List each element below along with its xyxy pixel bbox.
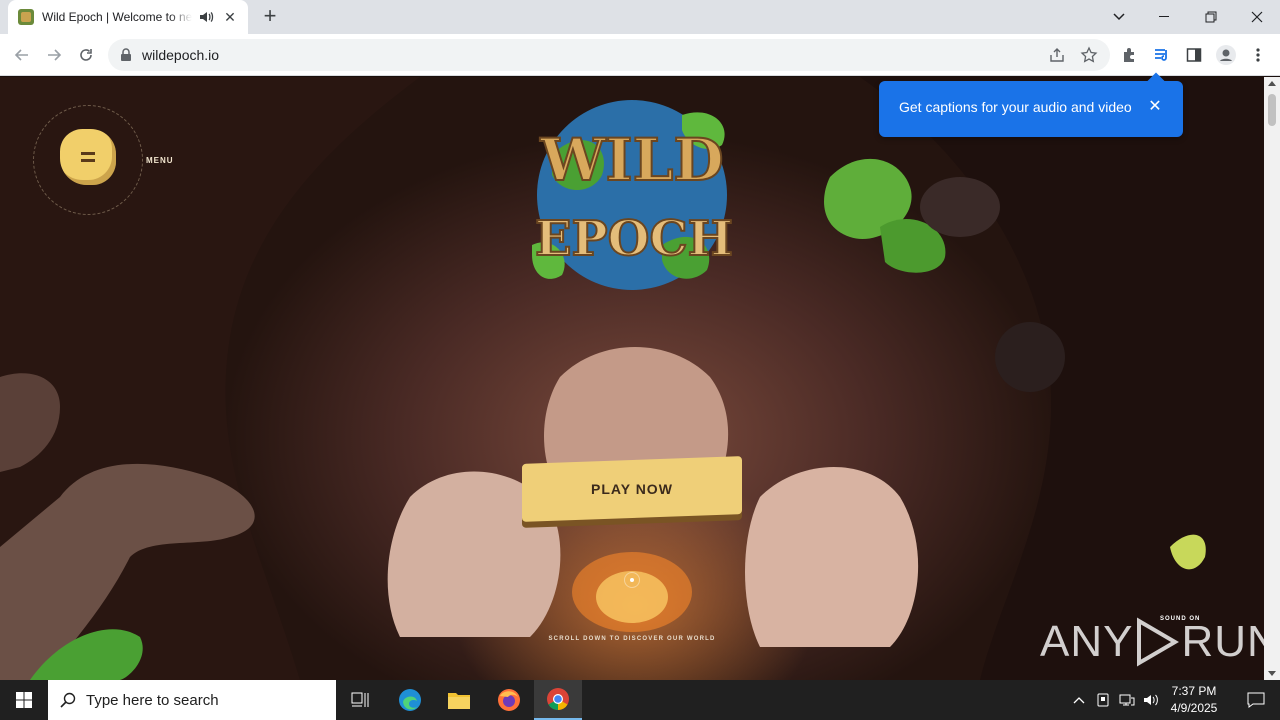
tray-overflow-chevron-icon[interactable] (1068, 680, 1090, 720)
scrollbar-thumb[interactable] (1268, 94, 1276, 126)
scroll-indicator-icon[interactable] (624, 572, 640, 588)
logo-word-wild: WILD (539, 126, 723, 194)
watermark-run: RUN (1181, 617, 1264, 666)
profile-avatar-icon[interactable] (1215, 44, 1237, 66)
hamburger-icon (81, 152, 95, 162)
tray-device-icon[interactable] (1092, 680, 1114, 720)
system-clock[interactable]: 7:37 PM 4/9/2025 (1160, 683, 1228, 717)
edge-taskbar-button[interactable] (386, 680, 434, 720)
page-scrollbar[interactable] (1264, 77, 1280, 680)
taskbar-search-box[interactable]: Type here to search (48, 680, 336, 720)
watermark-any: ANY (1040, 617, 1134, 666)
search-placeholder: Type here to search (86, 691, 219, 709)
minimize-button[interactable] (1142, 0, 1188, 34)
start-button[interactable] (0, 680, 48, 720)
chrome-menu-icon[interactable] (1247, 44, 1269, 66)
lock-icon[interactable] (120, 48, 132, 62)
play-now-button[interactable]: PLAY NOW (522, 456, 742, 522)
notification-icon (1247, 692, 1265, 708)
search-icon (60, 692, 76, 708)
tab-strip: Wild Epoch | Welcome to new ✕ + (0, 0, 1280, 34)
tab-close-icon[interactable]: ✕ (222, 9, 238, 25)
clock-time: 7:37 PM (1171, 684, 1217, 698)
windows-taskbar: Type here to search 7:37 PM 4/9/2025 (0, 680, 1280, 720)
firefox-icon (498, 689, 520, 711)
scroll-up-arrow-icon[interactable] (1268, 81, 1276, 86)
audio-playing-icon[interactable] (198, 9, 214, 25)
task-view-button[interactable] (336, 680, 384, 720)
anyrun-watermark: ANY RUN (1040, 617, 1264, 667)
address-bar[interactable]: wildepoch.io (108, 39, 1110, 71)
captions-popup-text: Get captions for your audio and video (899, 99, 1132, 115)
tab-search-chevron-icon[interactable] (1096, 0, 1142, 34)
new-tab-button[interactable]: + (258, 5, 282, 29)
share-icon[interactable] (1048, 46, 1066, 64)
menu-label[interactable]: MENU (146, 156, 174, 165)
windows-logo-icon (16, 692, 32, 708)
restore-button[interactable] (1188, 0, 1234, 34)
close-window-button[interactable] (1234, 0, 1280, 34)
browser-tab[interactable]: Wild Epoch | Welcome to new ✕ (8, 0, 248, 34)
chrome-icon (547, 688, 569, 710)
logo-word-epoch: EPOCH (535, 211, 733, 267)
menu-button[interactable] (60, 129, 116, 185)
forward-button[interactable] (40, 41, 68, 69)
captions-close-icon[interactable]: ✕ (1147, 99, 1163, 115)
url-text[interactable]: wildepoch.io (142, 47, 219, 63)
folder-icon (448, 693, 470, 709)
site-favicon-icon (18, 9, 34, 25)
firefox-taskbar-button[interactable] (485, 680, 533, 720)
play-now-label: PLAY NOW (591, 481, 673, 497)
live-captions-popup[interactable]: Get captions for your audio and video ✕ (879, 81, 1183, 137)
side-panel-icon[interactable] (1183, 44, 1205, 66)
watermark-play-icon (1137, 617, 1180, 667)
edge-icon (399, 689, 421, 711)
extensions-puzzle-icon[interactable] (1119, 44, 1141, 66)
clock-date: 4/9/2025 (1170, 701, 1218, 715)
volume-icon[interactable] (1140, 680, 1162, 720)
wild-epoch-logo[interactable]: WILD EPOCH (522, 85, 744, 300)
file-explorer-taskbar-button[interactable] (435, 680, 483, 720)
browser-toolbar: wildepoch.io (0, 34, 1280, 76)
scroll-down-arrow-icon[interactable] (1268, 671, 1276, 676)
bookmark-star-icon[interactable] (1080, 46, 1098, 64)
reload-button[interactable] (72, 41, 100, 69)
page-hero: MENU WILD EPOCH PLAY NOW SCROLL DOWN TO … (0, 77, 1264, 680)
task-view-icon (351, 692, 369, 707)
notification-center-button[interactable] (1232, 680, 1280, 720)
media-controls-icon[interactable] (1151, 44, 1173, 66)
tab-title: Wild Epoch | Welcome to new (42, 10, 192, 24)
network-icon[interactable] (1116, 680, 1138, 720)
back-button[interactable] (8, 41, 36, 69)
chrome-taskbar-button[interactable] (534, 680, 582, 720)
